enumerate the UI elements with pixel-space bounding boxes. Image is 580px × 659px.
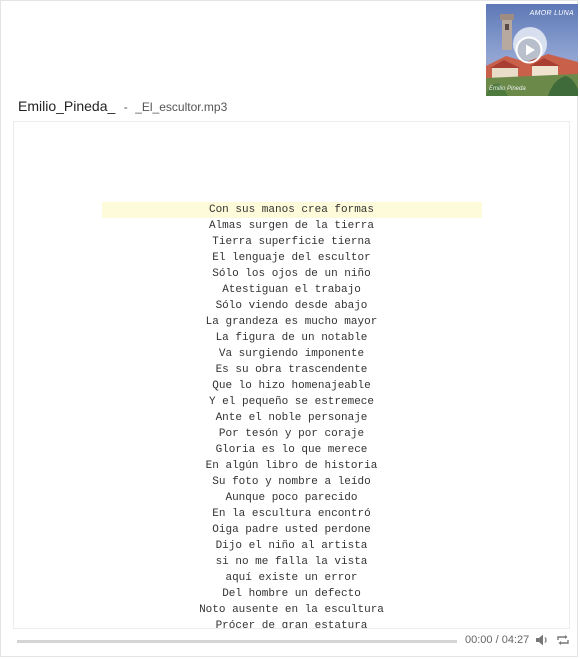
lyric-line: Dijo el niño al artista — [215, 540, 368, 552]
lyric-line: Oiga padre usted perdone — [212, 524, 371, 536]
lyric-line: Gloria es lo que merece — [215, 444, 368, 456]
lyric-line: Por tesón y por coraje — [218, 428, 365, 440]
album-cover[interactable]: AMOR LUNA Emilio Pineda — [486, 4, 578, 96]
lyric-line: Prócer de gran estatura — [215, 620, 368, 629]
track-title: Emilio_Pineda_ - _El_escultor.mp3 — [18, 98, 227, 116]
lyric-line: En la escultura encontró — [212, 508, 371, 520]
lyric-line: Noto ausente en la escultura — [199, 604, 384, 616]
repeat-icon[interactable] — [556, 633, 570, 647]
lyric-line: La figura de un notable — [215, 332, 368, 344]
cover-artist: Emilio Pineda — [489, 86, 526, 92]
player-controls: 00:00 / 04:27 — [1, 629, 577, 655]
lyric-line: Sólo viendo desde abajo — [215, 300, 368, 312]
lyric-line: Con sus manos crea formas — [101, 202, 482, 218]
lyric-line: Su foto y nombre a leído — [212, 476, 371, 488]
track-artist: Emilio_Pineda_ — [18, 98, 116, 114]
lyrics-panel[interactable]: Con sus manos crea formas Almas surgen de… — [13, 121, 570, 629]
lyric-line: Del hombre un defecto — [222, 588, 361, 600]
lyric-line: Que lo hizo homenajeable — [212, 380, 371, 392]
lyric-line: Es su obra trascendente — [215, 364, 368, 376]
lyric-line: si no me falla la vista — [215, 556, 368, 568]
volume-icon[interactable] — [535, 633, 549, 647]
lyric-line: Y el pequeño se estremece — [208, 396, 375, 408]
lyric-line: aquí existe un error — [225, 572, 358, 584]
lyric-line: Tierra superficie tierna — [212, 236, 371, 248]
lyric-line: Almas surgen de la tierra — [208, 220, 375, 232]
audio-player: AMOR LUNA Emilio Pineda Emilio_Pineda_ -… — [0, 0, 578, 657]
lyrics-list: Con sus manos crea formas Almas surgen de… — [14, 202, 569, 629]
lyric-line: Aunque poco parecido — [225, 492, 358, 504]
lyric-line: La grandeza es mucho mayor — [205, 316, 378, 328]
lyric-line: Atestiguan el trabajo — [222, 284, 361, 296]
track-separator: - — [123, 100, 128, 114]
lyric-line: En algún libro de historia — [205, 460, 378, 472]
lyric-line: El lenguaje del escultor — [212, 252, 371, 264]
track-filename: _El_escultor.mp3 — [135, 100, 228, 114]
progress-bar[interactable] — [17, 640, 457, 643]
play-circle-icon[interactable] — [515, 36, 543, 64]
lyric-line: Sólo los ojos de un niño — [212, 268, 371, 280]
cover-title: AMOR LUNA — [529, 10, 574, 17]
time-display: 00:00 / 04:27 — [465, 634, 530, 646]
lyric-line: Va surgiendo imponente — [218, 348, 365, 360]
lyric-line: Ante el noble personaje — [215, 412, 368, 424]
